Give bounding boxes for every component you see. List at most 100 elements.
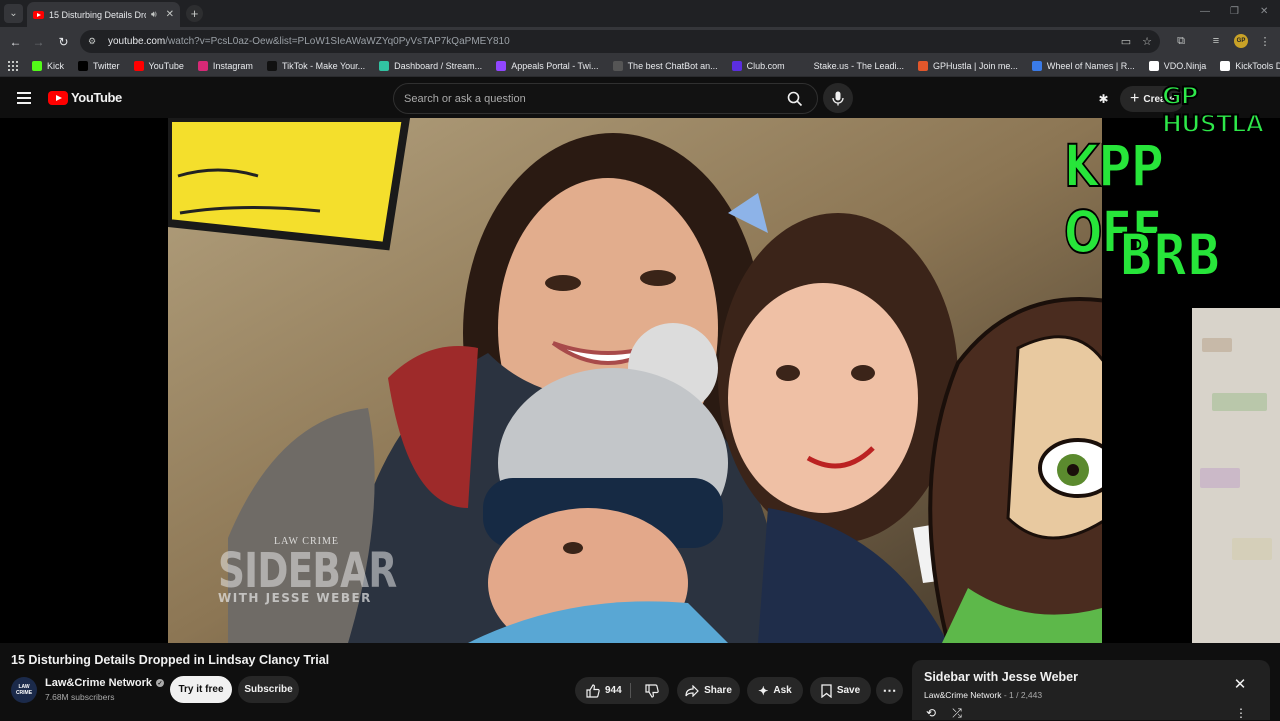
webcam-background <box>1192 308 1280 643</box>
watermark-main: SIDEBAR <box>218 543 397 599</box>
save-button[interactable]: Save <box>810 677 871 704</box>
profile-avatar[interactable]: GP <box>1234 34 1248 48</box>
bookmark-item[interactable]: Kick <box>32 61 64 71</box>
bookmark-star-icon[interactable]: ☆ <box>1140 34 1154 48</box>
tiktok-icon <box>266 61 277 71</box>
bookmark-label: GPHustla | Join me... <box>933 61 1018 71</box>
bookmark-label: Kick <box>47 61 65 71</box>
tab-search-icon[interactable]: ⌄ <box>4 4 23 23</box>
streamlabs-icon <box>379 61 390 71</box>
bookmark-item[interactable]: TikTok - Make Your... <box>266 61 366 71</box>
bookmark-item[interactable]: VDO.Ninja <box>1148 61 1207 71</box>
speaker-icon[interactable]: 🔊︎ <box>151 9 157 20</box>
maximize-icon[interactable]: ❐ <box>1230 6 1239 17</box>
media-control-icon[interactable]: ≡ <box>1209 34 1223 48</box>
hamburger-menu-icon[interactable] <box>17 92 31 104</box>
sparkle-icon: ✦ <box>758 683 769 698</box>
playlist-channel[interactable]: Law&Crime Network <box>924 690 1001 700</box>
kicktools-icon <box>1220 61 1231 71</box>
wheel-icon <box>1031 61 1042 71</box>
back-icon[interactable]: ← <box>7 33 24 50</box>
gphustla-icon <box>918 61 929 71</box>
cast-icon[interactable]: ▭ <box>1119 34 1133 48</box>
bookmark-label: TikTok - Make Your... <box>281 61 366 71</box>
channel-avatar[interactable]: LAW CRIME <box>11 677 37 703</box>
playlist-title[interactable]: Sidebar with Jesse Weber <box>924 670 1078 684</box>
window-close-icon[interactable]: ✕ <box>1260 6 1268 17</box>
bookmark-item[interactable]: KickTools Dashboard <box>1220 61 1280 71</box>
browser-tab-active[interactable]: 15 Disturbing Details Dropp 🔊︎ ✕ <box>27 2 180 27</box>
bookmark-item[interactable]: Club.com <box>731 61 785 71</box>
channel-name-link[interactable]: Law&Crime Network ✓ <box>45 677 164 689</box>
youtube-icon <box>133 61 144 71</box>
bookmark-item[interactable]: Appeals Portal - Twi... <box>496 61 599 71</box>
playlist-more-icon[interactable]: ⋮ <box>1234 706 1248 720</box>
bookmark-label: Club.com <box>746 61 785 71</box>
bookmark-label: Twitter <box>93 61 120 71</box>
bookmark-item[interactable]: YouTube <box>133 61 184 71</box>
bookmark-item[interactable]: Instagram <box>197 61 253 71</box>
playlist-close-icon[interactable]: ✕ <box>1232 676 1248 693</box>
bookmark-item[interactable]: Wheel of Names | R... <box>1031 61 1135 71</box>
channel-avatar-text: LAW CRIME <box>15 684 33 696</box>
search-input[interactable]: Search or ask a question <box>393 83 818 114</box>
video-watermark: LAW CRIME SIDEBAR WITH JESSE WEBER <box>218 536 447 605</box>
voice-search-button[interactable] <box>823 83 853 113</box>
bookmark-item[interactable]: GPHustla | Join me... <box>918 61 1018 71</box>
kick-icon <box>32 61 42 71</box>
plus-icon: + <box>1130 90 1140 107</box>
share-icon <box>685 684 699 697</box>
bookmark-label: Appeals Portal - Twi... <box>511 61 599 71</box>
bookmark-label: Wheel of Names | R... <box>1046 61 1135 71</box>
apps-grid-icon[interactable] <box>8 61 18 71</box>
like-count: 944 <box>605 685 622 696</box>
bookmark-item[interactable]: Stake.us - The Leadi... <box>798 61 904 71</box>
bookmark-icon <box>821 683 832 698</box>
loop-icon[interactable]: ⟲ <box>924 706 938 720</box>
youtube-logo[interactable]: YouTube <box>48 90 122 105</box>
bookmark-label: The best ChatBot an... <box>627 61 718 71</box>
search-icon <box>787 91 803 107</box>
reload-icon[interactable]: ↻ <box>55 33 72 50</box>
dislike-button[interactable] <box>638 677 666 704</box>
youtube-header: YouTube Search or ask a question ✱ + Cre… <box>0 78 1280 118</box>
youtube-logo-icon <box>48 90 68 105</box>
bookmark-label: VDO.Ninja <box>1163 61 1207 71</box>
forward-icon[interactable]: → <box>30 33 47 50</box>
try-it-free-button[interactable]: Try it free <box>170 676 232 703</box>
more-actions-button[interactable]: ⋯ <box>876 677 903 704</box>
ask-label: Ask <box>773 685 792 696</box>
address-bar[interactable]: ⚙ youtube.com/watch?v=PcsL0az-Oew&list=P… <box>80 30 1160 53</box>
playlist-meta: Law&Crime Network - 1 / 2,443 <box>924 690 1043 700</box>
bookmark-item[interactable]: Twitter <box>78 61 120 71</box>
browser-toolbar: ← → ↻ ⚙ youtube.com/watch?v=PcsL0az-Oew&… <box>0 27 1280 56</box>
share-button[interactable]: Share <box>677 677 740 704</box>
bookmark-label: Dashboard / Stream... <box>394 61 483 71</box>
thumbs-up-icon <box>586 683 600 698</box>
tab-close-icon[interactable]: ✕ <box>166 9 174 20</box>
shuffle-icon[interactable]: ⤮ <box>950 706 964 720</box>
overlay-brand-text: GP HUSTLA <box>1161 81 1265 139</box>
bookmark-item[interactable]: Dashboard / Stream... <box>379 61 482 71</box>
url-path: /watch?v=PcsL0az-Oew&list=PLoW1SIeAWaWZY… <box>165 36 510 47</box>
save-label: Save <box>836 685 861 696</box>
bookmark-label: Instagram <box>212 61 253 71</box>
site-info-icon[interactable]: ⚙ <box>88 36 100 48</box>
stake-icon <box>798 61 809 71</box>
minimize-icon[interactable]: — <box>1200 6 1210 17</box>
bookmark-item[interactable]: The best ChatBot an... <box>612 61 718 71</box>
youtube-logo-text: YouTube <box>71 90 122 105</box>
x-icon <box>78 61 89 71</box>
tab-title: 15 Disturbing Details Dropp <box>49 9 146 20</box>
overlay-brb-text: BRB <box>1118 221 1222 289</box>
playlist-panel: Sidebar with Jesse Weber Law&Crime Netwo… <box>912 660 1270 720</box>
search-button[interactable] <box>782 86 808 112</box>
browser-menu-icon[interactable]: ⋮ <box>1258 34 1272 48</box>
extensions-icon[interactable]: ⧉ <box>1174 34 1188 48</box>
ask-button[interactable]: ✦ Ask <box>747 677 803 704</box>
club-icon <box>731 61 742 71</box>
playlist-position: 1 / 2,443 <box>1009 690 1043 700</box>
new-tab-button[interactable]: + <box>186 5 203 22</box>
subscribe-button[interactable]: Subscribe <box>238 676 299 703</box>
extension-puzzle-icon[interactable]: ✱ <box>1096 91 1111 106</box>
